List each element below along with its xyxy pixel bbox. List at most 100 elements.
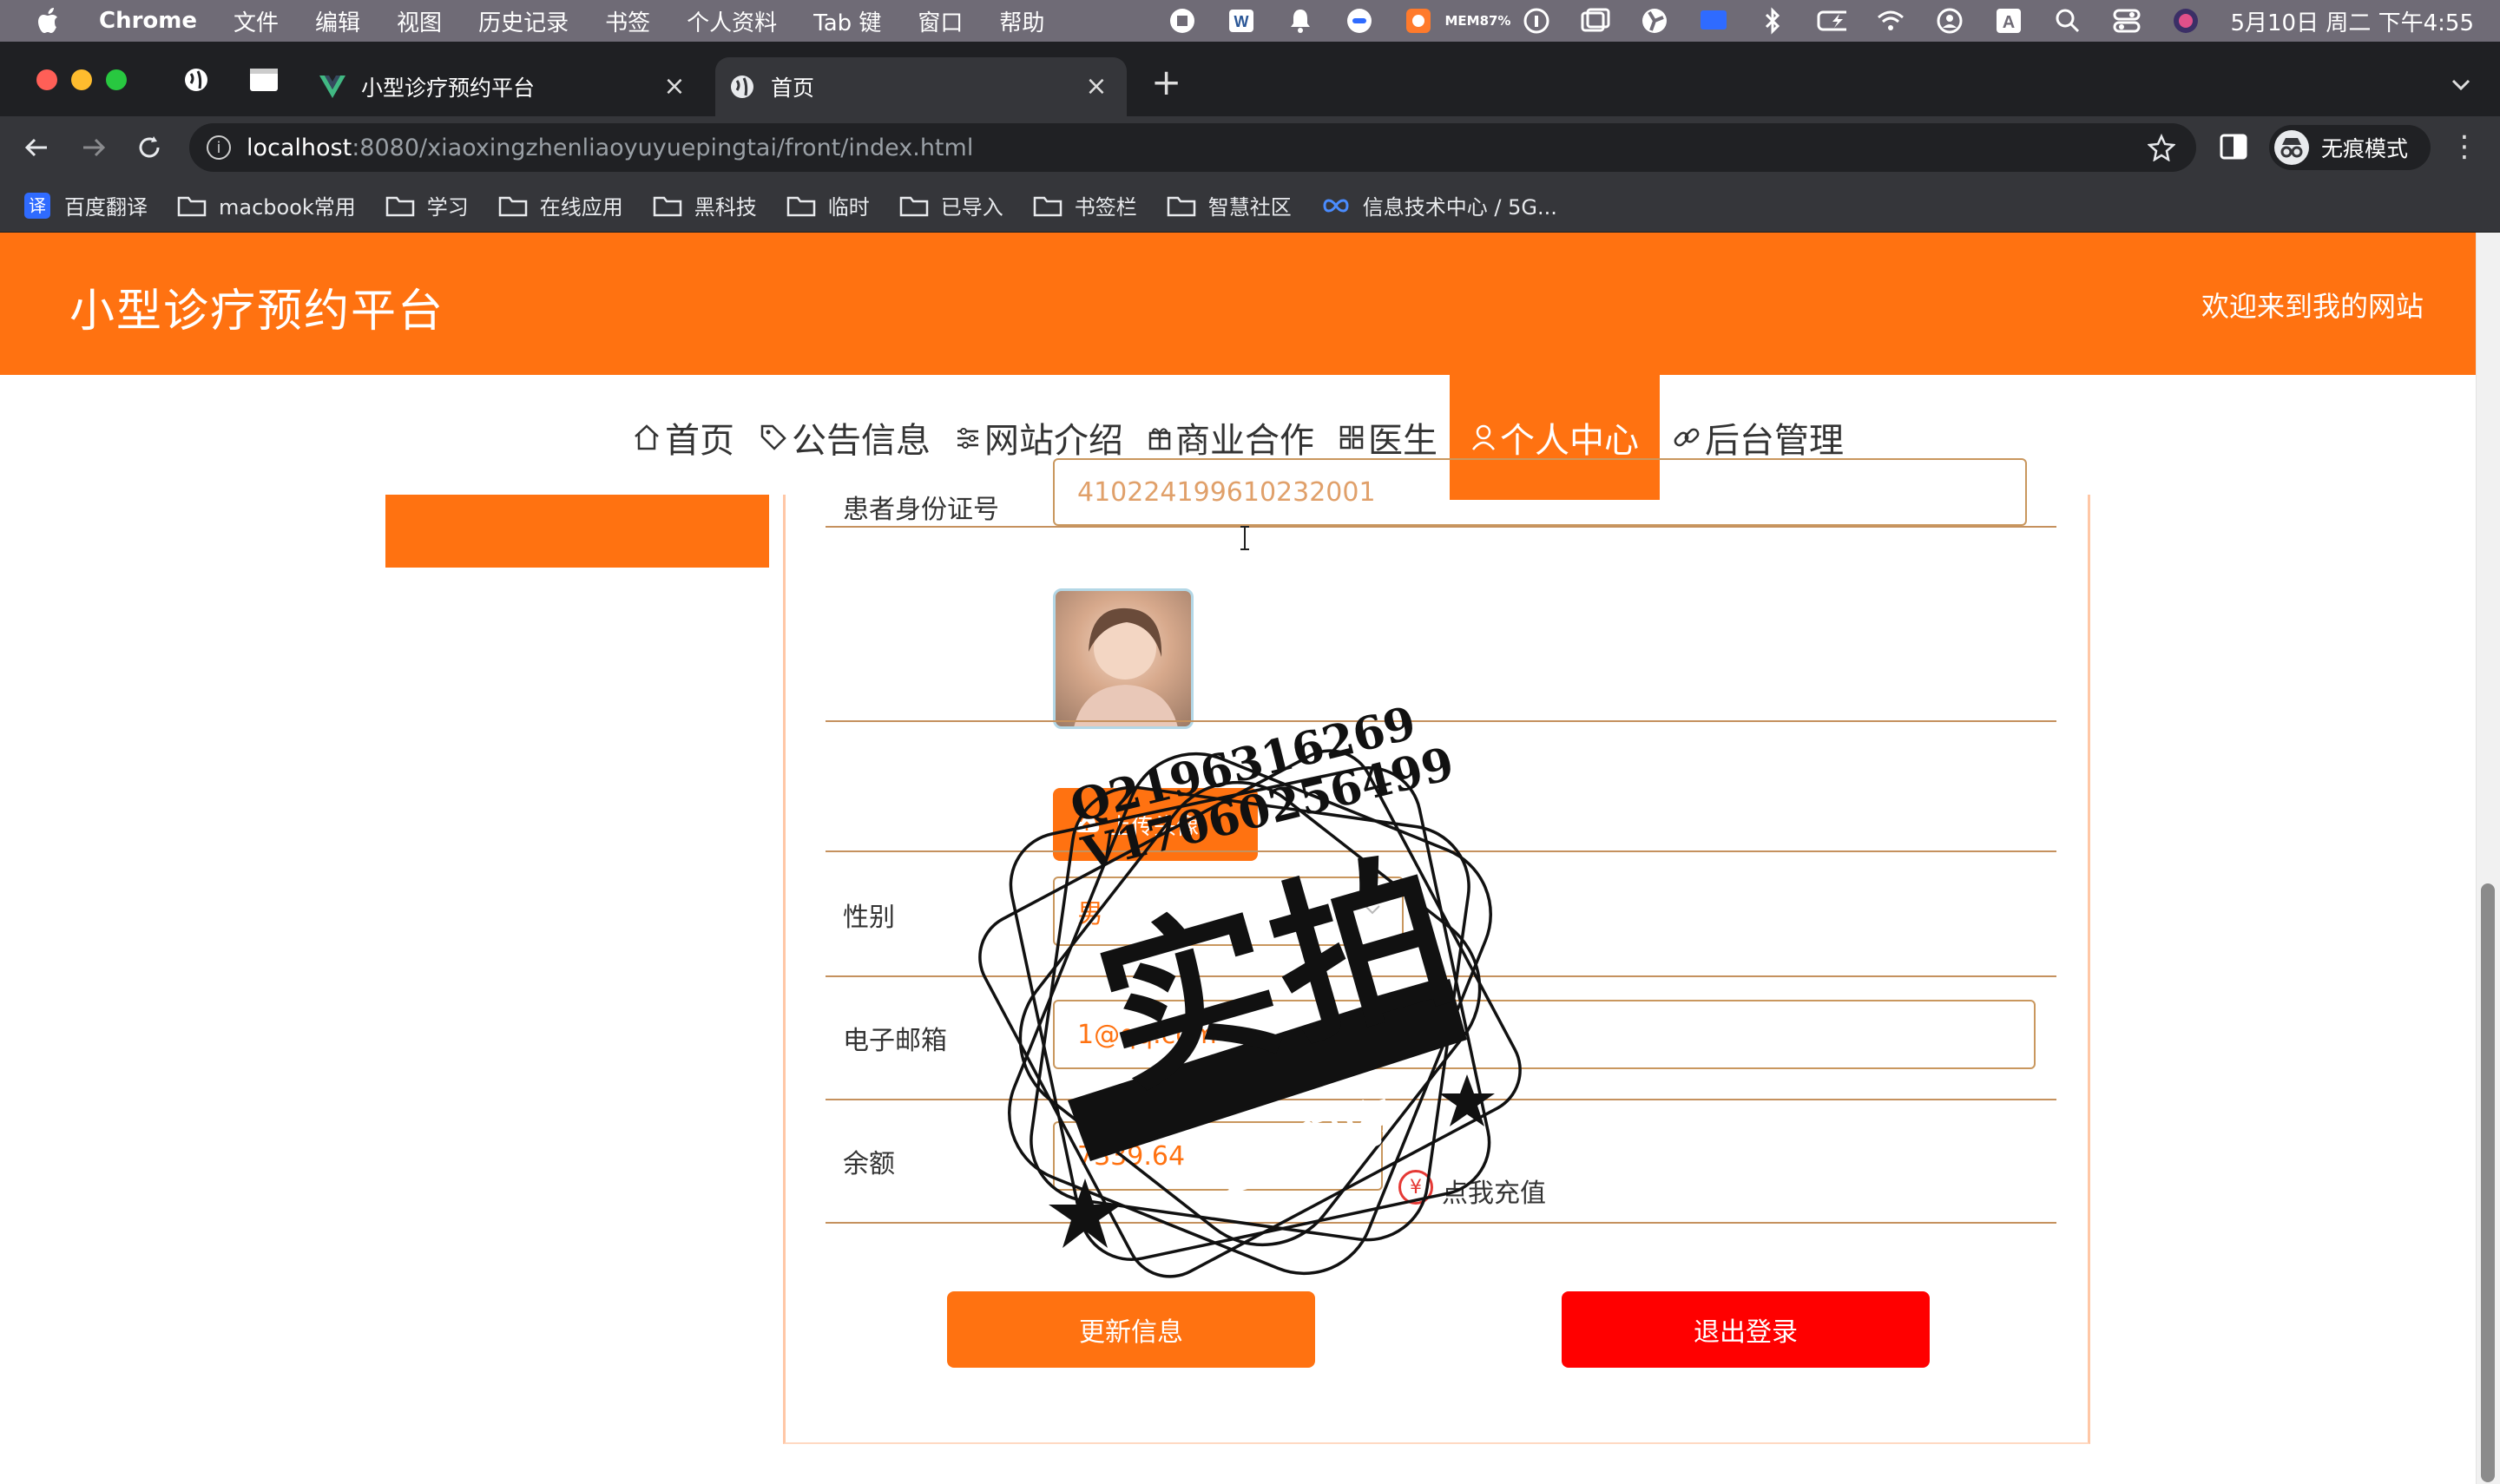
screen-icon[interactable]: [1699, 6, 1728, 36]
id-number-input[interactable]: 410224199610232001: [1053, 458, 2027, 526]
yen-icon[interactable]: ¥: [1398, 1170, 1433, 1205]
web-page: 小型诊疗预约平台 欢迎来到我的网站 首页 公告信息 网站介绍 商业合作 医生 个…: [0, 233, 2500, 1484]
menu-profiles[interactable]: 个人资料: [687, 5, 777, 37]
stop-icon[interactable]: [1168, 6, 1197, 36]
menu-view[interactable]: 视图: [397, 5, 442, 37]
menubar-clock[interactable]: 5月10日 周二 下午4:55: [2230, 5, 2474, 37]
bookmark-folder[interactable]: 临时: [786, 190, 870, 220]
folder-icon: [899, 194, 929, 218]
link-icon: [1674, 428, 1700, 447]
word-icon[interactable]: W: [1227, 6, 1256, 36]
recharge-link[interactable]: 点我充值: [1442, 1172, 1546, 1210]
page-scrollbar[interactable]: [2476, 233, 2500, 1484]
new-tab-button[interactable]: +: [1151, 64, 1181, 101]
bookmark-label: 在线应用: [539, 195, 623, 220]
battery-icon[interactable]: [1817, 6, 1847, 36]
email-input[interactable]: 1@qq.com: [1053, 1000, 2036, 1069]
url-host: localhost: [247, 134, 352, 161]
bookmark-label: 黑科技: [694, 195, 757, 220]
mem-label: MEM: [1444, 12, 1480, 29]
bookmark-folder[interactable]: 在线应用: [498, 190, 623, 220]
email-value: 1@qq.com: [1077, 1019, 1217, 1050]
incognito-badge[interactable]: 无痕模式: [2269, 125, 2431, 170]
sliders-icon: [957, 428, 978, 449]
apple-icon[interactable]: [35, 6, 64, 36]
bookmark-folder[interactable]: 黑科技: [653, 190, 757, 220]
balance-label: 余额: [843, 1149, 895, 1179]
pinned-tab-page-icon[interactable]: [248, 64, 280, 95]
menu-app-name[interactable]: Chrome: [99, 8, 197, 34]
bookmark-folder[interactable]: 智慧社区: [1167, 190, 1292, 220]
menu-help[interactable]: 帮助: [999, 5, 1044, 37]
nav-label: 个人中心: [1500, 421, 1639, 461]
balance-value: 7339.64: [1077, 1140, 1186, 1172]
nav-label: 商业合作: [1175, 421, 1314, 461]
row-divider: [826, 526, 2056, 528]
text-cursor-icon: [1240, 526, 1249, 550]
control-center-icon[interactable]: [2112, 6, 2141, 36]
svg-text:A: A: [2003, 13, 2015, 32]
menu-file[interactable]: 文件: [234, 5, 279, 37]
more-menu-icon[interactable]: ⋮: [2450, 132, 2479, 161]
window-close-button[interactable]: [36, 69, 57, 90]
tab-inactive[interactable]: 小型诊疗预约平台 ×: [306, 57, 705, 116]
side-panel-icon[interactable]: [2219, 132, 2248, 161]
chat-icon[interactable]: [1345, 6, 1374, 36]
row-divider: [826, 1222, 2056, 1224]
menu-edit[interactable]: 编辑: [315, 5, 360, 37]
menu-window[interactable]: 窗口: [918, 5, 963, 37]
window-zoom-button[interactable]: [106, 69, 127, 90]
logout-button[interactable]: 退出登录: [1562, 1291, 1930, 1368]
reload-icon[interactable]: [132, 130, 167, 165]
nav-item-notices[interactable]: 公告信息: [747, 375, 943, 500]
folder-icon: [1033, 194, 1062, 218]
pinned-tab-globe-icon[interactable]: [181, 64, 212, 95]
bookmark-folder[interactable]: 学习: [385, 190, 469, 220]
macos-menubar: Chrome 文件 编辑 视图 历史记录 书签 个人资料 Tab 键 窗口 帮助…: [0, 0, 2500, 42]
balance-input[interactable]: 7339.64: [1053, 1121, 1383, 1191]
wifi-icon[interactable]: [1876, 6, 1905, 36]
info-circle-icon[interactable]: [1522, 6, 1551, 36]
site-info-icon[interactable]: i: [207, 135, 231, 160]
gift-icon: [1148, 428, 1171, 450]
forward-arrow-icon[interactable]: [76, 130, 111, 165]
tab-close-icon[interactable]: ×: [661, 71, 688, 102]
bookmark-star-icon[interactable]: [2147, 133, 2176, 162]
site-title[interactable]: 小型诊疗预约平台: [69, 274, 444, 339]
fan-icon[interactable]: [1640, 6, 1669, 36]
back-arrow-icon[interactable]: [19, 130, 54, 165]
user-circle-icon[interactable]: [1935, 6, 1964, 36]
sun-app-icon[interactable]: [1404, 6, 1433, 36]
tag-icon: [760, 424, 786, 450]
tab-active[interactable]: 首页 ×: [715, 57, 1127, 116]
input-method-icon[interactable]: A: [1994, 6, 2023, 36]
menu-history[interactable]: 历史记录: [478, 5, 569, 37]
bookmark-folder[interactable]: macbook常用: [177, 190, 356, 220]
menu-tab[interactable]: Tab 键: [813, 5, 881, 37]
memory-indicator[interactable]: MEM 87%: [1444, 6, 1510, 36]
address-bar[interactable]: i localhost :8080/xiaoxingzhenliaoyuyuep…: [189, 123, 2196, 172]
incognito-icon: [2274, 130, 2309, 165]
tab-close-icon[interactable]: ×: [1083, 71, 1109, 102]
search-icon[interactable]: [2053, 6, 2082, 36]
folder-icon: [786, 194, 816, 218]
tab-search-chevron-icon[interactable]: [2448, 71, 2474, 97]
menu-bookmarks[interactable]: 书签: [605, 5, 650, 37]
bookmark-folder[interactable]: 已导入: [899, 190, 1003, 220]
scrollbar-thumb[interactable]: [2481, 883, 2495, 1482]
update-info-button[interactable]: 更新信息: [947, 1291, 1315, 1368]
browser-tabstrip: 小型诊疗预约平台 × 首页 × +: [0, 42, 2500, 116]
bookmark-item[interactable]: 信息技术中心 / 5G...: [1321, 190, 1557, 220]
nav-item-home[interactable]: 首页: [620, 375, 747, 500]
bluetooth-icon[interactable]: [1758, 6, 1787, 36]
nav-label: 公告信息: [792, 421, 931, 461]
gender-select[interactable]: 男: [1053, 877, 1404, 946]
bell-icon[interactable]: [1286, 6, 1315, 36]
window-minimize-button[interactable]: [71, 69, 92, 90]
windows-icon[interactable]: [1581, 6, 1610, 36]
tab-title: 小型诊疗预约平台: [361, 76, 536, 101]
siri-icon[interactable]: [2171, 6, 2201, 36]
bookmark-item[interactable]: 译百度翻译: [23, 190, 148, 220]
bookmark-folder[interactable]: 书签栏: [1033, 190, 1137, 220]
sidebar-menu-block[interactable]: [385, 495, 769, 568]
